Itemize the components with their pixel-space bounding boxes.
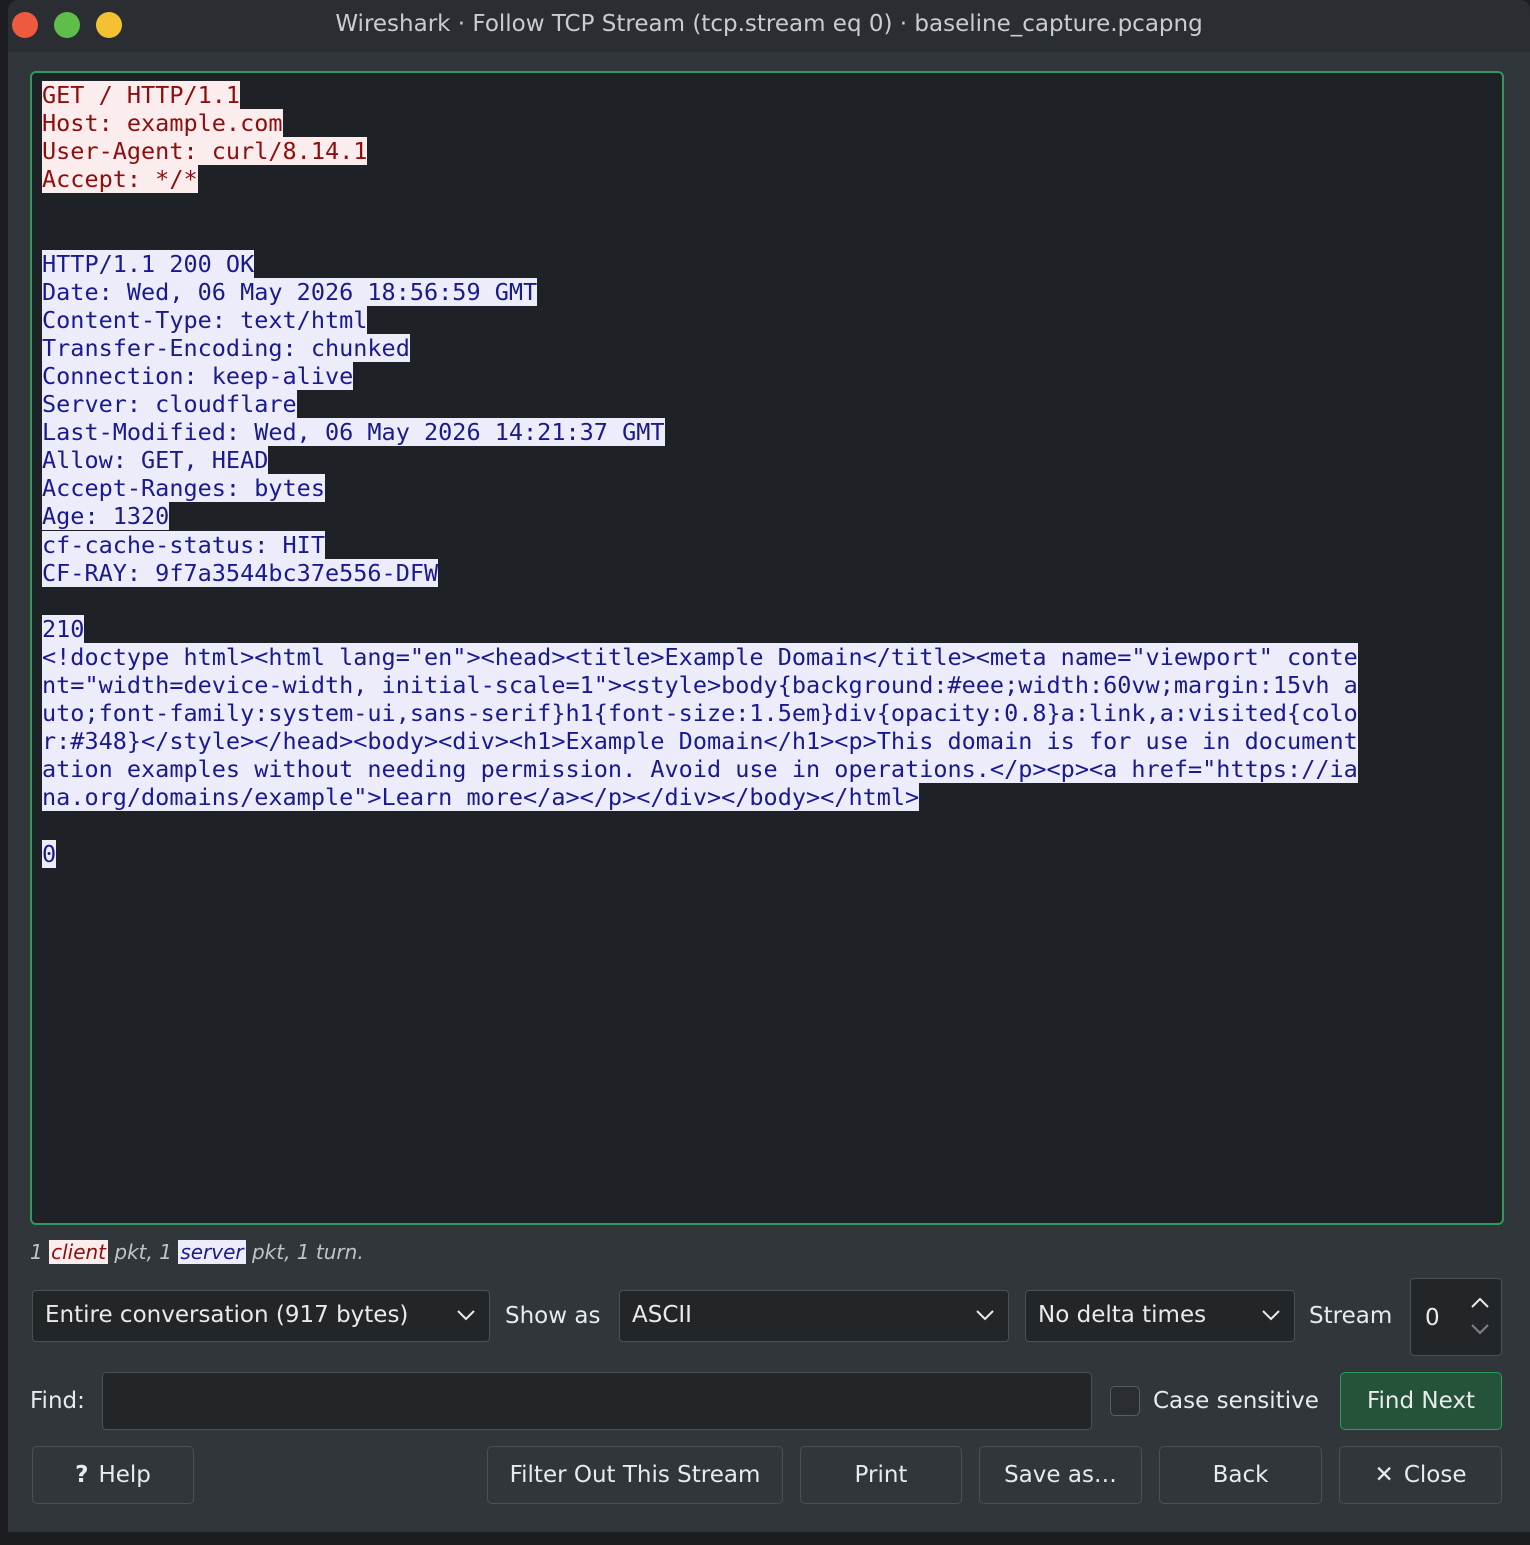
window-title: Wireshark · Follow TCP Stream (tcp.strea… — [335, 11, 1203, 37]
stream-text-area[interactable]: GET / HTTP/1.1 Host: example.com User-Agen… — [30, 71, 1504, 1225]
stream-line: CF-RAY: 9f7a3544bc37e556-DFW — [42, 558, 1492, 587]
stream-line: Allow: GET, HEAD — [42, 446, 1492, 475]
conversation-value: Entire conversation (917 bytes) — [45, 1302, 409, 1328]
delta-times-select[interactable]: No delta times — [1025, 1290, 1295, 1342]
stream-line — [42, 587, 1492, 615]
summary-prefix: 1 — [30, 1240, 50, 1264]
close-icon: ✕ — [1374, 1462, 1394, 1488]
chevron-down-icon — [974, 1304, 996, 1332]
server-stream-text: uto;font-family:system-ui,sans-serif}h1{… — [42, 699, 1358, 728]
stream-line: HTTP/1.1 200 OK — [42, 249, 1492, 278]
stream-line: nt="width=device-width, initial-scale=1"… — [42, 670, 1492, 699]
stream-line — [42, 221, 1492, 249]
stream-line: Age: 1320 — [42, 502, 1492, 531]
find-input[interactable] — [102, 1372, 1092, 1430]
server-stream-text: Date: Wed, 06 May 2026 18:56:59 GMT — [42, 277, 538, 306]
show-as-value: ASCII — [632, 1302, 692, 1328]
client-tag: client — [49, 1240, 109, 1264]
server-stream-text: Connection: keep-alive — [42, 361, 354, 390]
server-stream-text: HTTP/1.1 200 OK — [42, 249, 255, 278]
server-stream-text: Accept-Ranges: bytes — [42, 474, 325, 503]
help-button[interactable]: ? Help — [32, 1446, 194, 1504]
server-stream-text: Last-Modified: Wed, 06 May 2026 14:21:37… — [42, 418, 665, 447]
stream-number-spinbox[interactable]: 0 — [1410, 1278, 1502, 1356]
stream-line: Transfer-Encoding: chunked — [42, 333, 1492, 362]
stream-label: Stream — [1309, 1303, 1393, 1329]
chevron-down-icon[interactable] — [1469, 1317, 1491, 1343]
close-button[interactable]: ✕ Close — [1339, 1446, 1502, 1504]
client-stream-text: Accept: */* — [42, 165, 198, 194]
save-as-button[interactable]: Save as… — [979, 1446, 1142, 1504]
stream-line: ation examples without needing permissio… — [42, 755, 1492, 784]
dialog-content: GET / HTTP/1.1 Host: example.com User-Agen… — [8, 52, 1530, 1532]
stream-line: <!doctype html><html lang="en"><head><ti… — [42, 642, 1492, 671]
stream-line — [42, 811, 1492, 839]
client-stream-text: GET / HTTP/1.1 — [42, 81, 241, 109]
stream-line: Date: Wed, 06 May 2026 18:56:59 GMT — [42, 277, 1492, 306]
server-stream-text: 210 — [42, 614, 85, 643]
stream-line: GET / HTTP/1.1 — [42, 81, 1492, 109]
server-stream-text: Allow: GET, HEAD — [42, 446, 269, 475]
stream-line: Last-Modified: Wed, 06 May 2026 14:21:37… — [42, 418, 1492, 447]
print-button[interactable]: Print — [800, 1446, 962, 1504]
follow-tcp-stream-window: Wireshark · Follow TCP Stream (tcp.strea… — [8, 0, 1530, 1532]
close-label: Close — [1403, 1462, 1467, 1488]
stream-number-value: 0 — [1425, 1305, 1440, 1331]
chevron-down-icon — [455, 1304, 477, 1332]
chevron-down-icon — [1260, 1304, 1282, 1332]
client-stream-text: User-Agent: curl/8.14.1 — [42, 137, 368, 166]
stream-line: r:#348}</style></head><body><div><h1>Exa… — [42, 727, 1492, 756]
help-label: Help — [98, 1462, 151, 1488]
stream-line: cf-cache-status: HIT — [42, 530, 1492, 559]
stream-content: GET / HTTP/1.1 Host: example.com User-Agen… — [42, 81, 1492, 868]
stream-line: na.org/domains/example">Learn more</a></… — [42, 783, 1492, 812]
stream-line — [42, 193, 1492, 221]
turn-summary: 1 client pkt, 1 server pkt, 1 turn. — [30, 1240, 364, 1264]
server-stream-text: ation examples without needing permissio… — [42, 755, 1358, 784]
case-sensitive-label: Case sensitive — [1153, 1388, 1319, 1414]
stream-line: User-Agent: curl/8.14.1 — [42, 137, 1492, 166]
delta-times-value: No delta times — [1038, 1302, 1207, 1328]
help-icon: ? — [75, 1462, 89, 1488]
server-stream-text: <!doctype html><html lang="en"><head><ti… — [42, 642, 1358, 671]
find-label: Find: — [30, 1388, 85, 1414]
stream-line: Connection: keep-alive — [42, 361, 1492, 390]
show-as-label: Show as — [505, 1303, 601, 1329]
title-bar: Wireshark · Follow TCP Stream (tcp.strea… — [8, 0, 1530, 52]
server-stream-text: 0 — [42, 839, 57, 868]
server-stream-text: Content-Type: text/html — [42, 305, 368, 334]
server-stream-text: CF-RAY: 9f7a3544bc37e556-DFW — [42, 558, 439, 587]
summary-middle: pkt, 1 — [108, 1240, 179, 1264]
server-stream-text: nt="width=device-width, initial-scale=1"… — [42, 670, 1358, 699]
server-stream-text: Transfer-Encoding: chunked — [42, 333, 410, 362]
server-stream-text: Age: 1320 — [42, 502, 170, 531]
show-as-select[interactable]: ASCII — [619, 1290, 1009, 1342]
summary-suffix: pkt, 1 turn. — [245, 1240, 364, 1264]
server-tag: server — [178, 1240, 246, 1264]
filter-out-stream-button[interactable]: Filter Out This Stream — [487, 1446, 783, 1504]
chevron-up-icon[interactable] — [1469, 1291, 1491, 1317]
stream-line: uto;font-family:system-ui,sans-serif}h1{… — [42, 699, 1492, 728]
back-button[interactable]: Back — [1159, 1446, 1322, 1504]
server-stream-text: Server: cloudflare — [42, 390, 297, 419]
server-stream-text: na.org/domains/example">Learn more</a></… — [42, 783, 920, 812]
stream-line: 0 — [42, 839, 1492, 868]
stream-line: Accept: */* — [42, 165, 1492, 194]
case-sensitive-checkbox[interactable] — [1110, 1386, 1140, 1416]
stream-line: Host: example.com — [42, 109, 1492, 138]
find-next-button[interactable]: Find Next — [1340, 1372, 1502, 1430]
client-stream-text: Host: example.com — [42, 109, 283, 138]
stream-line: Accept-Ranges: bytes — [42, 474, 1492, 503]
stream-line: 210 — [42, 614, 1492, 643]
server-stream-text: r:#348}</style></head><body><div><h1>Exa… — [42, 727, 1358, 756]
stream-line: Server: cloudflare — [42, 390, 1492, 419]
conversation-select[interactable]: Entire conversation (917 bytes) — [32, 1290, 490, 1342]
stream-line: Content-Type: text/html — [42, 305, 1492, 334]
server-stream-text: cf-cache-status: HIT — [42, 530, 325, 559]
